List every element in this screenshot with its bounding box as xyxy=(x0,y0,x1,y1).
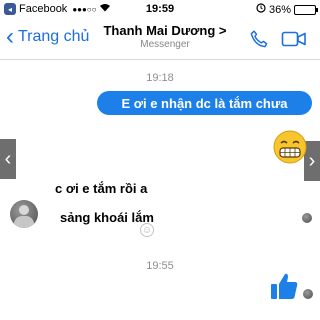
like-thumb-icon[interactable] xyxy=(268,270,300,307)
battery-percent: 36% xyxy=(268,3,291,16)
contact-subtitle: Messenger xyxy=(140,39,190,50)
avatar[interactable] xyxy=(10,200,38,228)
status-right: 36% xyxy=(256,3,318,16)
seen-avatar-icon xyxy=(302,213,312,223)
seen-avatar-icon xyxy=(303,289,313,299)
previous-arrow-button[interactable]: ‹ xyxy=(0,139,16,179)
message-text: E ơi e nhận dc là tắm chưa xyxy=(121,95,288,111)
incoming-message[interactable]: sảng khoái lắm xyxy=(60,210,154,225)
avatar-head xyxy=(19,205,29,215)
grinning-emoji-icon xyxy=(272,129,308,170)
status-bar: ◂ Facebook ●●●○○ 19:59 36% xyxy=(0,0,320,20)
phone-icon[interactable] xyxy=(248,28,270,55)
incoming-message[interactable]: c ơi e tắm rồi a xyxy=(55,181,147,196)
back-button[interactable]: ‹ Trang chủ xyxy=(6,23,90,50)
back-label: Trang chủ xyxy=(18,28,90,45)
outgoing-message[interactable]: E ơi e nhận dc là tắm chưa xyxy=(97,91,312,115)
chevron-left-icon: ‹ xyxy=(6,23,14,50)
battery-icon xyxy=(294,4,318,15)
alarm-icon xyxy=(256,3,266,16)
add-reaction-icon[interactable]: ☺ xyxy=(140,223,154,237)
conversation-title[interactable]: Thanh Mai Dương > Messenger xyxy=(100,23,230,50)
timestamp: 19:18 xyxy=(146,72,174,84)
conversation-header: ‹ Trang chủ Thanh Mai Dương > Messenger xyxy=(0,20,320,60)
video-call-icon[interactable] xyxy=(281,28,307,55)
avatar-body xyxy=(14,216,34,228)
contact-name[interactable]: Thanh Mai Dương > xyxy=(100,23,230,38)
